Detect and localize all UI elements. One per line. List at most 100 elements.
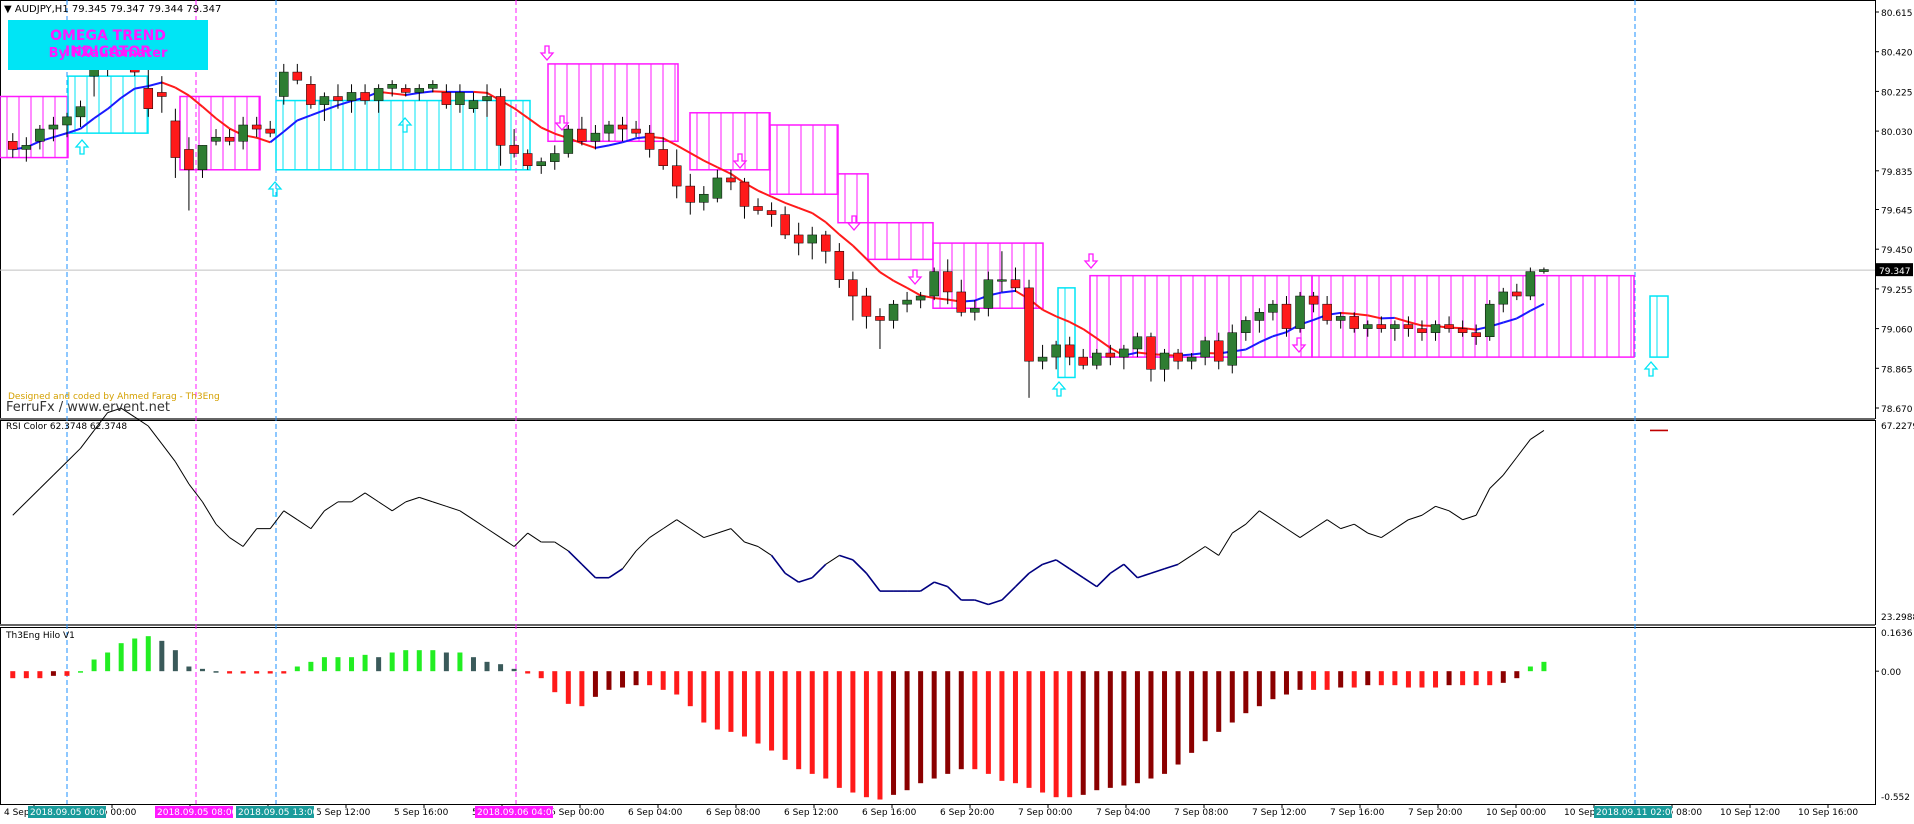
candle-body [753,206,763,211]
candle-body [739,181,750,207]
candle-body [1335,316,1346,321]
hilo-bar [1243,671,1249,714]
hilo-bar [37,671,43,679]
rsi-line-segment [1014,572,1030,588]
trading-chart[interactable]: 80.615 80.420 80.225 80.030 79.835 79.645 79.4… [0,0,1914,824]
hilo-bar [931,671,937,779]
hilo-bar [1311,671,1317,690]
hilo-bar [620,671,626,688]
hilo-bar [1270,671,1276,700]
candle [1525,267,1536,301]
rsi-line-segment [1475,488,1491,516]
candle-body [929,271,939,297]
hilo-bar [172,650,178,672]
candle [8,133,18,158]
symbol-header: ▼ AUDJPY,H1 79.345 79.347 79.344 79.347 [4,4,221,15]
rsi-line-segment [1462,514,1477,521]
candle [468,92,479,113]
candle [1417,320,1427,341]
moving-average-segment [106,96,122,110]
candle [617,116,628,142]
rsi-line-segment [527,532,542,543]
trend-zone [769,124,839,195]
rsi-line-segment [147,425,163,445]
omega-indicator-badge: OMEGA TREND INDICATOR By FXautomater [8,20,208,70]
candle [644,124,655,158]
candle [414,84,425,101]
time-tick-label: 10 Sep 16:00 [1798,808,1858,818]
hilo-bar [78,671,84,673]
price-tick-label: 79.645 [1881,206,1913,216]
candle-body [1146,336,1156,370]
hilo-bar [484,661,490,672]
hilo-bar [308,661,314,672]
hilo-bar [1487,671,1493,686]
candle-body [1186,356,1197,362]
rsi-line-segment [391,501,407,512]
rsi-line-segment [1001,586,1017,601]
price-tick-label: 78.670 [1881,405,1913,415]
candle [495,88,506,166]
candle-body [793,234,804,244]
candle-body [1484,303,1495,337]
rsi-line-segment [825,554,840,565]
price-tick-label: 78.865 [1881,365,1913,375]
time-highlight-label: 2018.09.11 02:00 [1596,808,1677,818]
candle-body [848,279,858,297]
candle [157,76,167,113]
moving-average-segment [1502,317,1518,324]
hilo-bar [1026,671,1032,788]
hilo-bar [1351,671,1357,688]
time-tick-label: 10 Sep 00:00 [1486,808,1546,818]
rsi-line-segment [1123,563,1138,579]
rsi-line-segment [1109,563,1125,574]
candle [1064,336,1075,366]
time-tick-label: 6 Sep 12:00 [784,808,839,818]
candle-body [1457,328,1468,333]
time-tick-label: 6 Sep 16:00 [862,808,917,818]
moving-average-segment [906,287,922,297]
buy-arrow-icon [1643,361,1659,377]
ferrufx-label: FerruFx / www.ervent.net [6,400,170,415]
candle-body [1281,303,1292,329]
sell-arrow-icon [554,115,570,131]
moving-average-segment [716,166,732,175]
hilo-bar [281,671,287,674]
hilo-bar [579,671,585,707]
rsi-line-segment [676,519,691,530]
hilo-bar [1419,671,1425,688]
candle-body [604,124,614,134]
trend-zone [1649,295,1669,358]
candle-body [319,96,330,105]
candle-body [1213,340,1224,362]
hilo-bar [1256,671,1262,707]
candle [306,76,316,109]
rsi-line-segment [1028,563,1044,574]
hilo-bar [1460,671,1466,686]
hilo-bar [10,671,16,679]
hilo-bar [904,671,910,791]
candle [1037,344,1048,370]
candle-body [766,210,777,215]
rsi-line-segment [1232,523,1247,534]
candle-body [1295,295,1305,329]
candle-body [333,96,343,101]
candle-body [1227,332,1238,366]
rsi-line-segment [25,488,41,503]
candle [875,308,885,349]
candle-body [21,145,32,150]
moving-average-segment [784,201,800,209]
time-tick-label: 6 Sep 08:00 [706,808,761,818]
moving-average-segment [1394,316,1409,323]
moving-average-segment [879,271,895,282]
candle [942,259,953,305]
rsi-line-segment [1530,430,1545,440]
hilo-pane-frame [0,627,1876,805]
candle-body [821,234,831,252]
candle [224,129,235,146]
collapse-icon[interactable]: ▼ [4,4,12,15]
candle-body [888,303,899,321]
candle-body [1444,324,1454,329]
candle [658,137,668,170]
hilo-bar [552,671,558,693]
